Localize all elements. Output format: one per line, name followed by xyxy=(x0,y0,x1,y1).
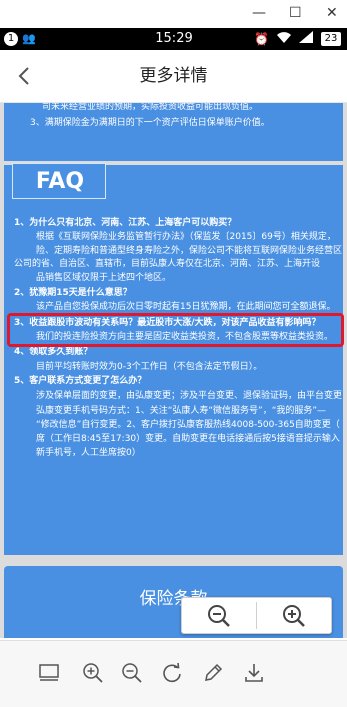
faq-answer-line: 涉及保单层面的变更，由弘康变更；涉及平台变更、退保验证码，由平台变更 xyxy=(36,391,343,401)
faq-answer-line: 险、定期寿险和普通型终身寿险之外，保险公司不能将互联网保险业务经营区 xyxy=(36,246,343,256)
edit-button[interactable] xyxy=(199,659,227,687)
window-titlebar: — ☐ ✕ xyxy=(0,0,347,28)
terms-panel: 司未来经营业绩的预期，实际投资收益可能出现负值。 3、满期保险金为满期日的下一个… xyxy=(4,103,343,161)
faq-panel: FAQ 1、为什么只有北京、河南、江苏、上海客户可以购买？ 根据《互联网保险业务监… xyxy=(4,163,344,555)
faq-answer-line: 品销售区域仅限于上述四个地区。 xyxy=(36,273,172,283)
faq-question: 2、犹豫期15天是什么意思？ xyxy=(14,288,132,298)
sidebar-button[interactable] xyxy=(35,659,63,687)
faq-answer-line: 席（工作日8:45至17:30）变更。自助变更在电话接通后按5接语音提示输入 xyxy=(36,434,340,444)
toolbar-zoom-out-button[interactable] xyxy=(118,659,146,687)
zoom-out-button[interactable] xyxy=(184,602,254,629)
alarm-icon: ⏰ xyxy=(254,32,269,46)
zoom-control xyxy=(181,597,332,634)
rotate-icon xyxy=(163,662,181,683)
zoom-in-icon xyxy=(83,663,103,683)
contacts-icon: 👥 xyxy=(22,32,36,45)
status-time: 15:29 xyxy=(155,31,193,46)
faq-heading: FAQ xyxy=(35,169,85,194)
doc-line: 3、满期保险金为满期日的下一个资产评估日保单账户价值。 xyxy=(30,118,270,128)
doc-line: 司未来经营业绩的预期，实际投资收益可能出现负值。 xyxy=(42,103,259,112)
zoom-out-icon xyxy=(122,663,142,683)
minimize-button[interactable]: — xyxy=(252,4,266,22)
status-bar: 1 👥 15:29 ⏰ 23 xyxy=(0,28,347,50)
notification-count-badge: 1 xyxy=(4,32,18,46)
download-button[interactable] xyxy=(240,659,268,687)
battery-indicator: 23 xyxy=(321,32,341,46)
faq-question: 5、客户联系方式变更了怎么办？ xyxy=(14,376,147,386)
faq-question: 4、领取多久到账？ xyxy=(14,347,93,357)
document-viewer[interactable]: 司未来经营业绩的预期，实际投资收益可能出现负值。 3、满期保险金为满期日的下一个… xyxy=(0,103,347,638)
bottom-toolbar xyxy=(0,640,347,707)
zoom-divider xyxy=(256,602,257,629)
rotate-button[interactable] xyxy=(158,659,186,687)
highlight-annotation xyxy=(7,313,344,347)
maximize-button[interactable]: ☐ xyxy=(289,4,302,22)
faq-answer-line: “修改信息”自行变更。2、客户拨打弘康客服热线4008-500-365自助变更（ xyxy=(36,420,340,430)
faq-answer-line: 弘康变更手机号码方式：1、关注“弘康人寿“微信服务号”，“我的服务”— xyxy=(36,406,327,416)
close-button[interactable]: ✕ xyxy=(326,4,338,22)
zoom-in-button[interactable] xyxy=(259,602,329,629)
wifi-icon xyxy=(276,30,292,50)
zoom-in-icon xyxy=(283,604,305,627)
faq-answer-line: 新手机号，人工坐席按0） xyxy=(36,448,141,458)
zoom-out-icon xyxy=(208,604,230,627)
faq-question: 1、为什么只有北京、河南、江苏、上海客户可以购买？ xyxy=(14,218,237,228)
app-header: 更多详情 xyxy=(0,50,347,103)
faq-answer-line: 根据《互联网保险业务监管暂行办法》（保监发〔2015〕69号）相关规定， xyxy=(36,232,336,242)
faq-answer-line: 公司的省、自治区、直辖市，目前弘康人寿仅在北京、河南、江苏、上海开设 xyxy=(14,259,321,269)
edit-icon xyxy=(205,663,223,681)
sidebar-icon xyxy=(39,664,59,681)
page-title: 更多详情 xyxy=(139,66,208,86)
faq-answer-line: 该产品自您投保成功后次日零时起有15日犹豫期，在此期间您可全额退保。 xyxy=(36,302,336,312)
download-icon xyxy=(245,664,263,682)
faq-tab: FAQ xyxy=(12,163,106,199)
toolbar-zoom-in-button[interactable] xyxy=(79,659,107,687)
signal-icon xyxy=(298,30,314,50)
faq-answer-line: 目前平均转账时效为0-3个工作日（不包含法定节假日）。 xyxy=(36,362,263,372)
